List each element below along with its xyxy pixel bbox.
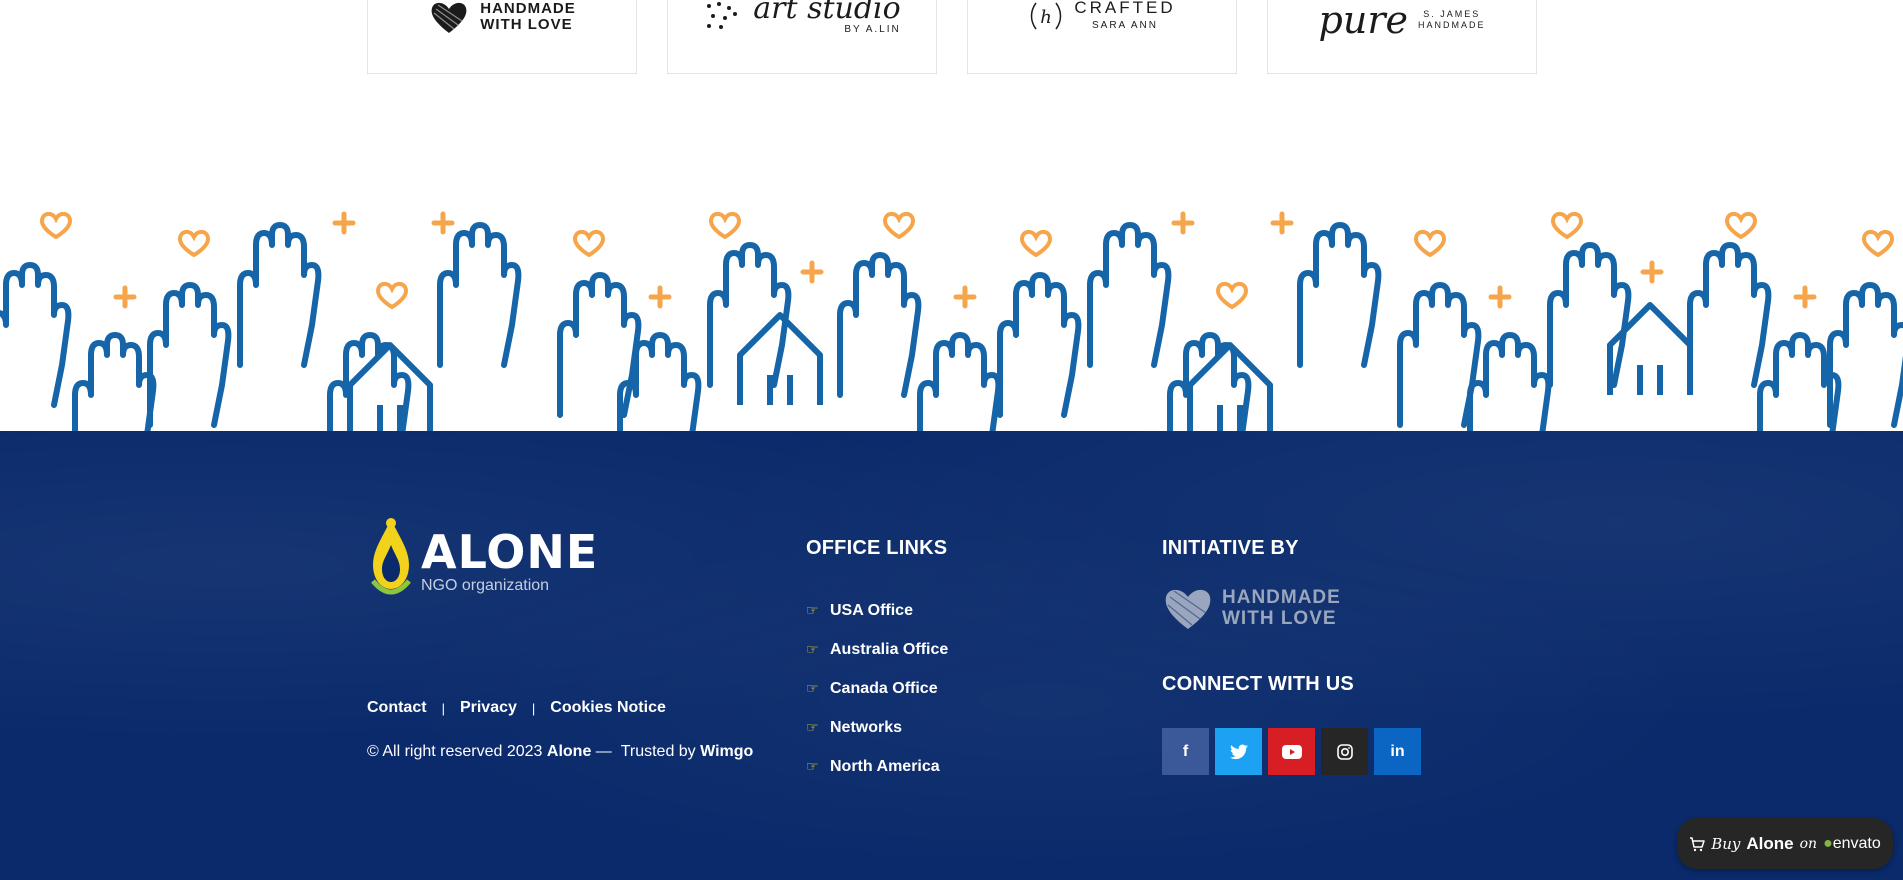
youtube-icon (1281, 744, 1302, 759)
pointing-hand-icon: ☞ (806, 641, 819, 657)
privacy-link[interactable]: Privacy (460, 699, 517, 717)
office-link-label: Australia Office (830, 640, 949, 658)
office-link-usa[interactable]: ☞ USA Office (806, 591, 948, 630)
youtube-button[interactable] (1268, 728, 1315, 775)
copyright-brand[interactable]: Alone (547, 743, 591, 760)
initiative-title: INITIATIVE BY (1162, 537, 1299, 559)
copyright: © All right reserved 2023 Alone — Truste… (367, 743, 753, 761)
envato-leaf-icon: ● (1823, 834, 1833, 852)
crafted-logo: h CRAFTED SARA ANN (1028, 0, 1175, 35)
pointing-hand-icon: ☞ (806, 719, 819, 735)
cart-icon (1690, 836, 1705, 851)
partner-line1: CRAFTED (1074, 0, 1176, 17)
pointing-hand-icon: ☞ (806, 602, 819, 618)
office-link-label: North America (830, 757, 940, 775)
office-link-networks[interactable]: ☞ Networks (806, 708, 948, 747)
initiative-line2: WITH LOVE (1222, 608, 1337, 629)
heart-scribble-icon (1165, 589, 1211, 629)
partner-small1: S. JAMES (1423, 9, 1481, 19)
initiative-logo[interactable]: HANDMADE WITH LOVE (1162, 585, 1341, 631)
contact-link[interactable]: Contact (367, 699, 427, 717)
flame-drop-icon (371, 518, 411, 595)
facebook-icon: f (1182, 742, 1189, 760)
linkedin-icon: in (1390, 742, 1405, 760)
copyright-dash: — (595, 743, 612, 760)
copyright-prefix: © All right reserved 2023 (367, 743, 543, 760)
instagram-icon (1336, 743, 1353, 760)
instagram-button[interactable] (1321, 728, 1368, 775)
twitter-button[interactable] (1215, 728, 1262, 775)
office-links-title: OFFICE LINKS (806, 537, 948, 559)
raised-hands-pattern (0, 205, 1903, 431)
envato-brand: envato (1832, 834, 1881, 852)
art-studio-logo: art studio BY A.LIN (703, 0, 901, 35)
brand-name: ALONE (421, 525, 599, 579)
twitter-icon (1229, 744, 1248, 759)
partner-card-handmade[interactable]: HANDMADE WITH LOVE (367, 0, 637, 74)
facebook-button[interactable]: f (1162, 728, 1209, 775)
dots-icon (707, 1, 738, 29)
cookies-notice-link[interactable]: Cookies Notice (550, 699, 666, 717)
partner-line1: HANDMADE (480, 0, 576, 17)
pointing-hand-icon: ☞ (806, 758, 819, 774)
connect-title: CONNECT WITH US (1162, 673, 1354, 695)
office-links-list: ☞ USA Office ☞ Australia Office ☞ Canada Of… (806, 591, 948, 786)
separator: | (531, 700, 536, 716)
footer-brand-logo[interactable]: ALONE NGO organization (367, 511, 598, 597)
partner-logos: HANDMADE WITH LOVE art studio BY A.LIN h (367, 0, 1538, 74)
laurel-icon: h (1031, 2, 1062, 30)
handmade-logo: HANDMADE WITH LOVE (428, 0, 576, 35)
heart-scribble-icon (431, 2, 467, 33)
pure-logo: pure S. JAMES HANDMADE (1318, 0, 1486, 42)
partner-small2: HANDMADE (1417, 20, 1486, 30)
partner-script: pure (1318, 0, 1408, 42)
office-link-australia[interactable]: ☞ Australia Office (806, 630, 948, 669)
brand-tagline: NGO organization (421, 577, 550, 594)
trusted-by: Trusted by (620, 743, 696, 760)
partner-letter: h (1041, 7, 1053, 28)
social-buttons: f in (1162, 728, 1421, 775)
company-link[interactable]: Wimgo (700, 743, 753, 760)
partner-script: art studio (753, 0, 901, 26)
partner-line2: SARA ANN (1091, 20, 1159, 31)
pointing-hand-icon: ☞ (806, 680, 819, 696)
office-link-label: Networks (830, 718, 903, 736)
site-footer: ALONE NGO organization Contact | Privacy… (0, 431, 1903, 880)
linkedin-button[interactable]: in (1374, 728, 1421, 775)
partner-card-crafted[interactable]: h CRAFTED SARA ANN (967, 0, 1237, 74)
buy-on-envato-button[interactable]: Buy Alone on ●envato (1677, 818, 1893, 869)
office-link-canada[interactable]: ☞ Canada Office (806, 669, 948, 708)
hands-illustration (0, 205, 1903, 431)
partner-card-pure[interactable]: pure S. JAMES HANDMADE (1267, 0, 1537, 74)
legal-links: Contact | Privacy | Cookies Notice (367, 699, 666, 717)
partner-card-art-studio[interactable]: art studio BY A.LIN (667, 0, 937, 74)
office-link-label: Canada Office (830, 679, 938, 697)
initiative-line1: HANDMADE (1222, 587, 1341, 608)
envato-product-name: Alone (1746, 833, 1794, 853)
office-link-label: USA Office (830, 601, 913, 619)
envato-on-text: on (1799, 835, 1818, 852)
separator: | (441, 700, 445, 716)
partner-line2: WITH LOVE (480, 16, 573, 33)
envato-buy-text: Buy (1711, 834, 1741, 853)
office-link-north-america[interactable]: ☞ North America (806, 747, 948, 786)
